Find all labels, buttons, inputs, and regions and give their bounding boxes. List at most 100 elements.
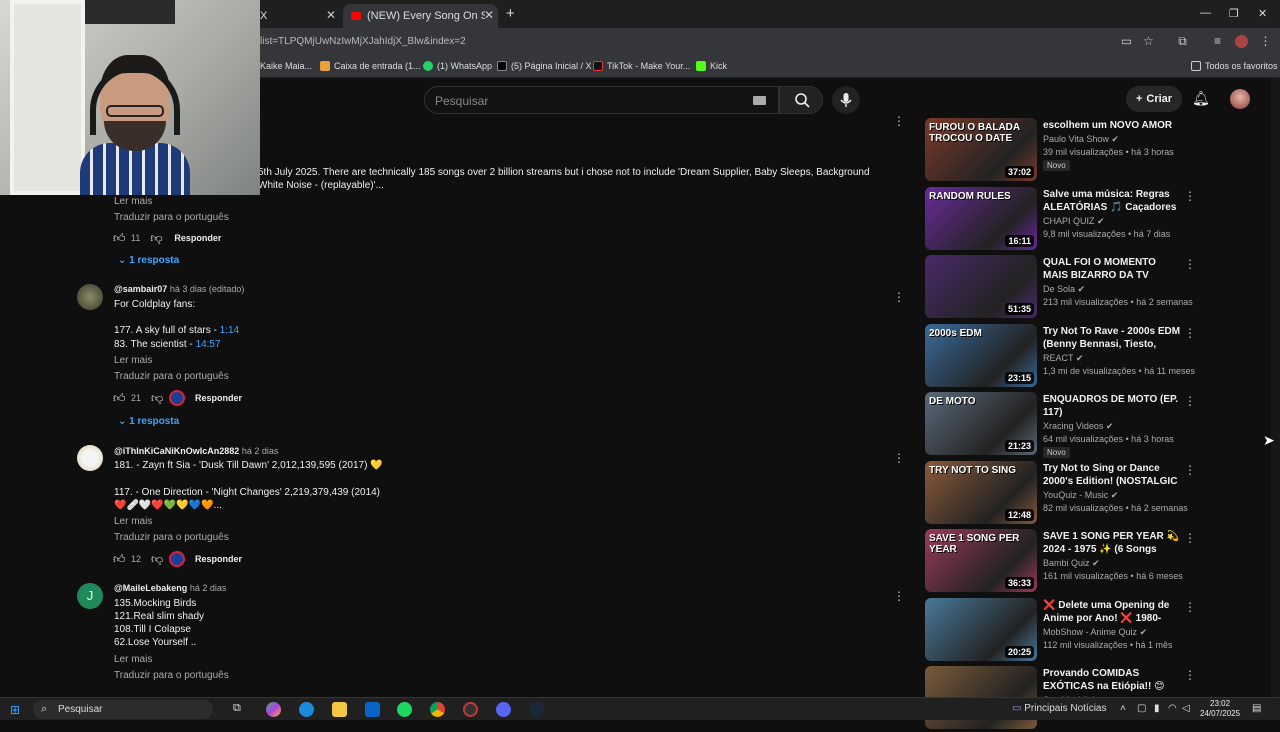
taskbar-search-input[interactable]: ⌕ Pesquisar <box>33 700 213 719</box>
like-icon[interactable]: 👍︎ <box>113 231 127 246</box>
like-icon[interactable]: 👍︎ <box>113 552 127 567</box>
keyboard-icon[interactable] <box>753 96 766 105</box>
file-explorer-icon[interactable] <box>332 702 347 717</box>
new-tab-icon[interactable]: + <box>506 5 515 22</box>
close-window-icon[interactable]: ✕ <box>1258 7 1267 20</box>
video-thumbnail[interactable]: SAVE 1 SONG PER YEAR 36:33 <box>925 529 1037 592</box>
restore-icon[interactable]: ❐ <box>1229 7 1239 20</box>
taskbar-clock[interactable]: 23:02 24/07/2025 <box>1200 699 1240 719</box>
url-field[interactable]: list=TLPQMjUwNzIwMjXJahIdjX_Blw&index=2 <box>260 36 466 47</box>
close-tab-icon[interactable]: ✕ <box>326 8 336 22</box>
news-widget[interactable]: ▭ Principais Notícias <box>1012 703 1107 714</box>
spotify-icon[interactable] <box>397 702 412 717</box>
search-input[interactable]: Pesquisar <box>424 86 779 114</box>
translate-link[interactable]: Traduzir para o português <box>114 212 229 223</box>
video-title[interactable]: ENQUADROS DE MOTO (EP. 117) <box>1043 393 1183 419</box>
cast-icon[interactable]: ▭ <box>1120 35 1133 48</box>
tab-youtube-active[interactable]: (NEW) Every Song On Spotify With ✕ <box>343 4 498 28</box>
comment-author[interactable]: @iThInKiCaNiKnOwIcAn2882 <box>114 446 239 456</box>
channel-name[interactable]: REACT ✔︎ <box>1043 353 1083 364</box>
bookmark-item[interactable]: TikTok - Make Your... <box>593 61 690 71</box>
search-button[interactable] <box>779 86 823 114</box>
bookmark-star-icon[interactable]: ☆ <box>1142 35 1155 48</box>
read-more-link[interactable]: Ler mais <box>114 196 152 207</box>
bookmark-item[interactable]: Kick <box>696 61 727 71</box>
video-menu-icon[interactable]: ⋮ <box>1184 326 1196 340</box>
notifications-bell-icon[interactable]: 🔔︎ <box>1192 90 1210 107</box>
comment-menu-icon[interactable]: ⋮ <box>893 114 905 128</box>
outlook-icon[interactable] <box>365 702 380 717</box>
comment-author[interactable]: @sambair07 <box>114 284 167 294</box>
channel-name[interactable]: De Sola ✔︎ <box>1043 284 1085 295</box>
channel-name[interactable]: YouQuiz - Music ✔︎ <box>1043 490 1118 501</box>
video-title[interactable]: SAVE 1 SONG PER YEAR 💫 2024 - 1975 ✨ (6 … <box>1043 530 1183 556</box>
reply-button[interactable]: Responder <box>174 233 221 243</box>
tab-x[interactable]: X ✕ <box>255 4 340 28</box>
recommendation-card[interactable]: RANDOM RULES 16:11 Salve uma música: Regra… <box>925 187 1255 253</box>
video-thumbnail[interactable]: 2000s EDM 23:15 <box>925 324 1037 387</box>
channel-name[interactable]: Bambi Quiz ✔︎ <box>1043 558 1100 569</box>
network-icon[interactable]: ◠ <box>1168 703 1177 714</box>
video-menu-icon[interactable]: ⋮ <box>1184 463 1196 477</box>
video-thumbnail[interactable]: TRY NOT TO SING 12:48 <box>925 461 1037 524</box>
translate-link[interactable]: Traduzir para o português <box>114 532 229 543</box>
view-replies-button[interactable]: ⌄ 1 resposta <box>118 255 179 266</box>
like-icon[interactable]: 👍︎ <box>113 391 127 406</box>
page-scrollbar[interactable] <box>1271 78 1280 698</box>
channel-name[interactable]: MobShow - Anime Quiz ✔︎ <box>1043 627 1147 638</box>
bookmark-item[interactable]: Caixa de entrada (1... <box>320 61 421 71</box>
notification-center-icon[interactable]: ▤ <box>1252 703 1261 714</box>
dislike-icon[interactable]: 👎︎ <box>151 552 165 567</box>
translate-link[interactable]: Traduzir para o português <box>114 670 229 681</box>
channel-name[interactable]: Paulo Vita Show ✔︎ <box>1043 134 1119 145</box>
profile-avatar-icon[interactable] <box>1235 35 1248 48</box>
volume-icon[interactable]: ◁ <box>1182 703 1190 714</box>
video-title[interactable]: ❌ Delete uma Opening de Anime por Ano! ❌… <box>1043 599 1183 625</box>
video-thumbnail[interactable]: DE MOTO 21:23 <box>925 392 1037 455</box>
video-thumbnail[interactable]: FUROU O BALADA TROCOU O DATE 37:02 <box>925 118 1037 181</box>
avatar[interactable] <box>77 445 103 471</box>
bookmark-item[interactable]: Kaike Maia... <box>260 61 312 71</box>
avatar[interactable] <box>77 284 103 310</box>
video-thumbnail[interactable]: RANDOM RULES 16:11 <box>925 187 1037 250</box>
avatar[interactable]: J <box>77 583 103 609</box>
menu-kebab-icon[interactable]: ⋮ <box>1259 35 1272 48</box>
create-button[interactable]: + Criar <box>1126 86 1182 112</box>
chrome-icon[interactable] <box>430 702 445 717</box>
recommendation-card[interactable]: 51:35 QUAL FOI O MOMENTO MAIS BIZARRO DA … <box>925 255 1255 321</box>
microphone-tray-icon[interactable]: ▮ <box>1154 703 1160 714</box>
channel-name[interactable]: CHAPI QUIZ ✔︎ <box>1043 216 1105 227</box>
app-icon[interactable] <box>463 702 478 717</box>
video-title[interactable]: Provando COMIDAS EXÓTICAS na Etiópia!! 😊 <box>1043 667 1183 693</box>
video-menu-icon[interactable]: ⋮ <box>1184 394 1196 408</box>
video-title[interactable]: escolhem um NOVO AMOR <box>1043 119 1183 132</box>
read-more-link[interactable]: Ler mais <box>114 355 152 366</box>
video-menu-icon[interactable]: ⋮ <box>1184 600 1196 614</box>
video-thumbnail[interactable]: 20:25 <box>925 598 1037 661</box>
bookmark-item[interactable]: (1) WhatsApp <box>423 61 492 71</box>
windows-start-icon[interactable]: ⊞ <box>10 703 20 717</box>
copilot-icon[interactable] <box>266 702 281 717</box>
media-control-icon[interactable]: ≡ <box>1211 35 1224 48</box>
minimize-icon[interactable]: — <box>1200 7 1211 19</box>
tray-chevron-icon[interactable]: ˄ <box>1120 703 1126 714</box>
translate-link[interactable]: Traduzir para o português <box>114 371 229 382</box>
task-view-icon[interactable]: ⧉ <box>233 702 248 717</box>
video-menu-icon[interactable]: ⋮ <box>1184 668 1196 682</box>
video-menu-icon[interactable]: ⋮ <box>1184 189 1196 203</box>
close-tab-icon[interactable]: ✕ <box>484 8 494 22</box>
steam-icon[interactable] <box>529 702 544 717</box>
comment-menu-icon[interactable]: ⋮ <box>893 451 905 465</box>
timestamp-link[interactable]: 14:57 <box>196 339 221 350</box>
read-more-link[interactable]: Ler mais <box>114 516 152 527</box>
read-more-link[interactable]: Ler mais <box>114 654 152 665</box>
dislike-icon[interactable]: 👎︎ <box>151 391 165 406</box>
recommendation-card[interactable]: DE MOTO 21:23 ENQUADROS DE MOTO (EP. 117) X… <box>925 392 1255 458</box>
voice-search-button[interactable] <box>832 86 860 114</box>
comment-menu-icon[interactable]: ⋮ <box>893 290 905 304</box>
reply-button[interactable]: Responder <box>195 393 242 403</box>
recommendation-card[interactable]: 20:25 ❌ Delete uma Opening de Anime por A… <box>925 598 1255 664</box>
recommendation-card[interactable]: TRY NOT TO SING 12:48 Try Not to Sing or D… <box>925 461 1255 527</box>
video-title[interactable]: Try Not To Rave - 2000s EDM (Benny Benna… <box>1043 325 1183 351</box>
view-replies-button[interactable]: ⌄ 1 resposta <box>118 416 179 427</box>
